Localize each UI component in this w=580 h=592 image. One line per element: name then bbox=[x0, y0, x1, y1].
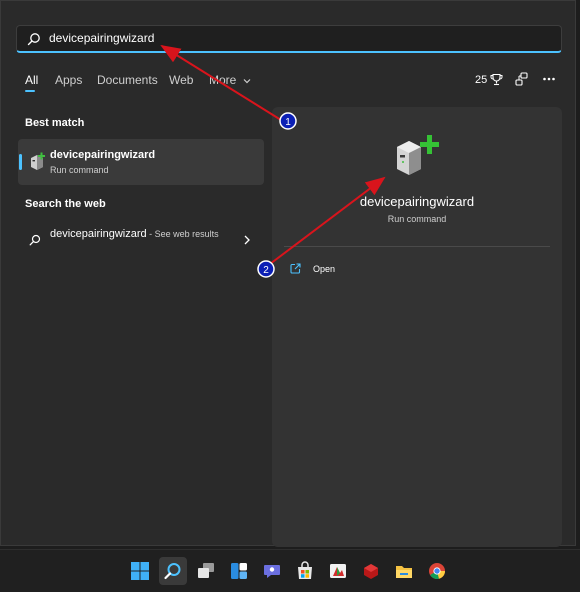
widgets-button[interactable] bbox=[225, 557, 253, 585]
chrome-button[interactable] bbox=[423, 557, 451, 585]
chrome-icon bbox=[429, 563, 446, 580]
store-button[interactable] bbox=[291, 557, 319, 585]
chat-button[interactable] bbox=[258, 557, 286, 585]
annotation-arrow-2 bbox=[269, 176, 386, 265]
file-explorer-icon bbox=[396, 566, 412, 578]
search-icon bbox=[164, 563, 181, 580]
annotation-arrow-1 bbox=[160, 44, 282, 121]
annotation-badge-1-label: 1 bbox=[285, 117, 291, 128]
taskbar bbox=[0, 549, 580, 592]
annotation-badge-2: 2 bbox=[257, 260, 275, 278]
taskbar-search-button[interactable] bbox=[159, 557, 187, 585]
task-view-button[interactable] bbox=[192, 557, 220, 585]
annotation-overlay: 1 2 bbox=[160, 44, 386, 278]
taskbar-app-2[interactable] bbox=[357, 557, 385, 585]
store-icon bbox=[298, 561, 312, 579]
start-button[interactable] bbox=[126, 557, 154, 585]
app-icon bbox=[364, 564, 378, 579]
chat-icon bbox=[264, 565, 280, 578]
annotation-badge-1: 1 bbox=[279, 112, 297, 130]
start-icon bbox=[131, 562, 149, 580]
task-view-icon bbox=[198, 563, 214, 578]
widgets-icon bbox=[231, 563, 247, 579]
taskbar-app-1[interactable] bbox=[324, 557, 352, 585]
annotation-badge-2-label: 2 bbox=[263, 265, 269, 276]
app-icon bbox=[330, 564, 346, 578]
file-explorer-button[interactable] bbox=[390, 557, 418, 585]
